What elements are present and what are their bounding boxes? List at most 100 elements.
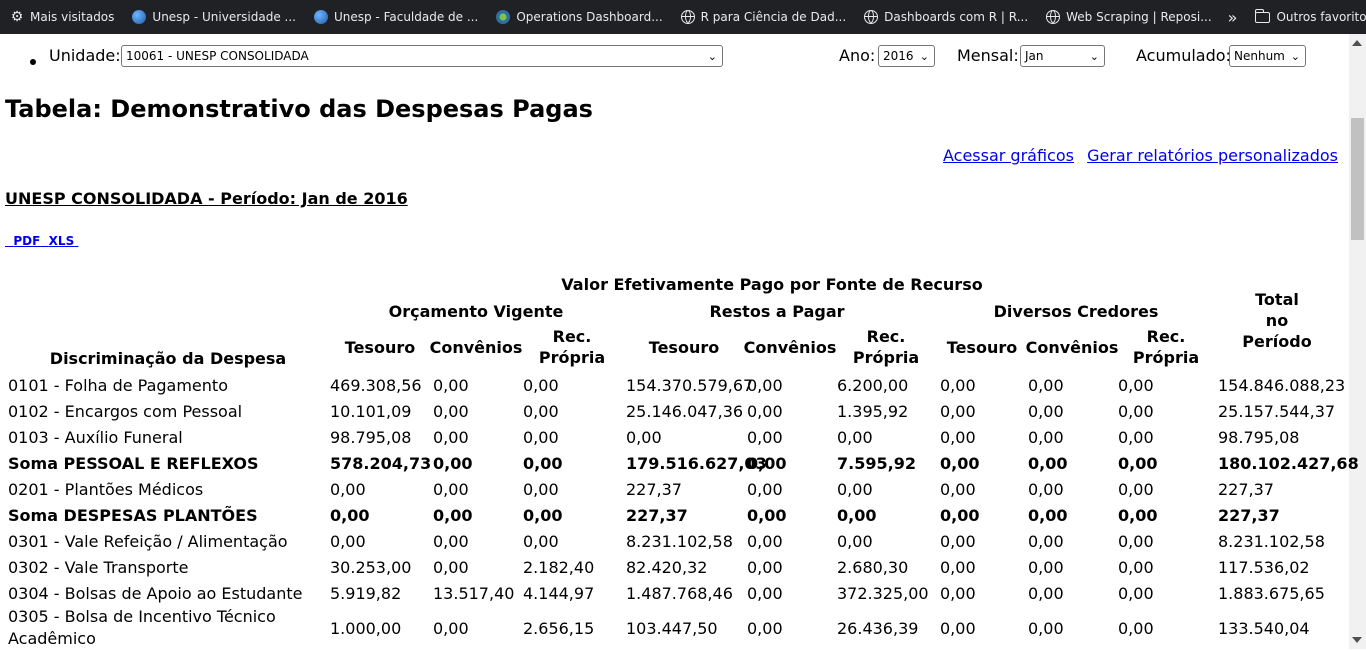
cell-rp-convenios: 0,00	[747, 506, 787, 525]
subheader-tesouro: Tesouro	[344, 338, 416, 357]
cell-dc-tesouro: 0,00	[940, 558, 976, 577]
cell-dc-rec-propria: 0,00	[1118, 376, 1154, 395]
header-total-periodo: Total no Período	[1214, 289, 1340, 352]
cell-orc-tesouro: 0,00	[330, 532, 366, 551]
header-restos-a-pagar: Restos a Pagar	[709, 302, 845, 321]
bookmark-unesp-faculdade[interactable]: Unesp - Faculdade de ...	[304, 4, 486, 30]
subheader-convenios: Convênios	[743, 338, 837, 357]
cell-dc-tesouro: 0,00	[940, 619, 976, 638]
bookmark-label: Operations Dashboard...	[516, 10, 663, 24]
other-bookmarks-label: Outros favoritos	[1276, 10, 1366, 24]
cell-rp-convenios: 0,00	[747, 454, 787, 473]
acumulado-value: Nenhum	[1234, 49, 1285, 63]
unidade-select[interactable]: 10061 - UNESP CONSOLIDADA ⌄	[121, 45, 723, 67]
gear-icon: ⚙	[10, 9, 24, 25]
chevron-down-icon: ⌄	[1089, 50, 1099, 63]
subheader-rec: Rec.	[552, 327, 592, 346]
header-total-line3: Período	[1242, 332, 1312, 351]
cell-dc-tesouro: 0,00	[940, 402, 976, 421]
vertical-scrollbar[interactable]	[1349, 34, 1366, 649]
cell-rp-tesouro: 8.231.102,58	[626, 532, 733, 551]
cell-total: 98.795,08	[1218, 428, 1300, 447]
bookmark-mais-visitados[interactable]: ⚙ Mais visitados	[0, 4, 122, 30]
acessar-graficos-link[interactable]: Acessar gráficos	[943, 146, 1074, 165]
bookmark-label: Web Scraping | Reposi...	[1066, 10, 1212, 24]
cell-desc: 0201 - Plantões Médicos	[8, 480, 204, 499]
cell-dc-tesouro: 0,00	[940, 480, 976, 499]
cell-orc-convenios: 0,00	[433, 619, 469, 638]
bookmark-web-scraping[interactable]: Web Scraping | Reposi...	[1036, 4, 1220, 30]
bookmark-r-ciencia-dados[interactable]: R para Ciência de Dad...	[671, 4, 855, 30]
pdf-link[interactable]: PDF	[13, 234, 40, 248]
cell-orc-rec-propria: 0,00	[523, 376, 559, 395]
subheader-rec: Rec.	[1146, 327, 1186, 346]
cell-rp-convenios: 0,00	[747, 532, 783, 551]
dashboard-icon	[496, 10, 511, 24]
earth-icon	[132, 10, 147, 24]
cell-total: 154.846.088,23	[1218, 376, 1346, 395]
cell-dc-rec-propria: 0,00	[1118, 619, 1154, 638]
unidade-value: 10061 - UNESP CONSOLIDADA	[126, 49, 309, 63]
table-row: 0201 - Plantões Médicos 0,00 0,00 0,00 227,3…	[0, 478, 1340, 504]
gerar-relatorios-link[interactable]: Gerar relatórios personalizados	[1087, 146, 1338, 165]
cell-orc-convenios: 0,00	[433, 480, 469, 499]
cell-desc: Soma PESSOAL E REFLEXOS	[8, 454, 259, 473]
chevron-down-icon: ⌄	[1290, 50, 1300, 63]
cell-dc-convenios: 0,00	[1028, 558, 1064, 577]
cell-dc-convenios: 0,00	[1028, 584, 1064, 603]
cell-rp-convenios: 0,00	[747, 376, 783, 395]
header-diversos-credores: Diversos Credores	[993, 302, 1159, 321]
cell-rp-convenios: 0,00	[747, 428, 783, 447]
cell-rp-tesouro: 25.146.047,36	[626, 402, 744, 421]
cell-rp-rec-propria: 0,00	[837, 428, 873, 447]
cell-orc-convenios: 0,00	[433, 558, 469, 577]
cell-rp-rec-propria: 26.436,39	[837, 619, 919, 638]
folder-icon	[1254, 8, 1271, 23]
cell-desc: 0305 - Bolsa de Incentivo Técnico Acadêmi…	[8, 607, 276, 648]
cell-rp-rec-propria: 7.595,92	[837, 454, 916, 473]
cell-rp-rec-propria: 1.395,92	[837, 402, 909, 421]
cell-rp-tesouro: 103.447,50	[626, 619, 718, 638]
period-subtitle: UNESP CONSOLIDADA - Período: Jan de 2016	[5, 189, 408, 208]
cell-dc-convenios: 0,00	[1028, 428, 1064, 447]
bookmark-label: Mais visitados	[30, 10, 115, 24]
bookmark-dashboards-r[interactable]: Dashboards com R | R...	[854, 4, 1036, 30]
bookmark-unesp-universidade[interactable]: Unesp - Universidade ...	[122, 4, 304, 30]
cell-orc-rec-propria: 0,00	[523, 454, 563, 473]
cell-orc-tesouro: 1.000,00	[330, 619, 402, 638]
chevron-right-icon[interactable]: »	[1220, 8, 1246, 27]
cell-rp-convenios: 0,00	[747, 619, 783, 638]
cell-total: 25.157.544,37	[1218, 402, 1336, 421]
table-row: 0301 - Vale Refeição / Alimentação 0,00 0,…	[0, 530, 1340, 556]
cell-dc-convenios: 0,00	[1028, 619, 1064, 638]
acumulado-select[interactable]: Nenhum ⌄	[1229, 45, 1306, 67]
header-main: Valor Efetivamente Pago por Fonte de Rec…	[561, 275, 983, 294]
cell-dc-convenios: 0,00	[1028, 402, 1064, 421]
xls-link[interactable]: XLS	[49, 234, 75, 248]
header-total-line2: no	[1265, 311, 1289, 330]
cell-orc-rec-propria: 0,00	[523, 428, 559, 447]
scrollbar-thumb[interactable]	[1351, 118, 1364, 240]
cell-orc-convenios: 0,00	[433, 402, 469, 421]
cell-dc-tesouro: 0,00	[940, 454, 980, 473]
scroll-up-icon[interactable]	[1352, 40, 1362, 46]
cell-dc-rec-propria: 0,00	[1118, 480, 1154, 499]
cell-dc-tesouro: 0,00	[940, 532, 976, 551]
header-orcamento-vigente: Orçamento Vigente	[388, 302, 564, 321]
subheader-rec-propria: Rec. Própria	[834, 326, 938, 368]
bookmark-operations-dashboard[interactable]: Operations Dashboard...	[486, 4, 670, 30]
ano-select[interactable]: 2016 ⌄	[878, 45, 935, 67]
cell-orc-rec-propria: 0,00	[523, 532, 559, 551]
cell-orc-convenios: 0,00	[433, 506, 473, 525]
mensal-select[interactable]: Jan ⌄	[1020, 45, 1105, 67]
cell-orc-tesouro: 578.204,73	[330, 454, 432, 473]
cell-rp-convenios: 0,00	[747, 558, 783, 577]
cell-rp-convenios: 0,00	[747, 584, 783, 603]
cell-dc-tesouro: 0,00	[940, 428, 976, 447]
cell-orc-tesouro: 30.253,00	[330, 558, 412, 577]
other-bookmarks-folder[interactable]: Outros favoritos	[1245, 4, 1366, 30]
table-row: 0304 - Bolsas de Apoio ao Estudante 5.919…	[0, 582, 1340, 608]
cell-rp-tesouro: 1.487.768,46	[626, 584, 733, 603]
cell-orc-convenios: 0,00	[433, 428, 469, 447]
scroll-down-icon[interactable]	[1352, 637, 1362, 643]
